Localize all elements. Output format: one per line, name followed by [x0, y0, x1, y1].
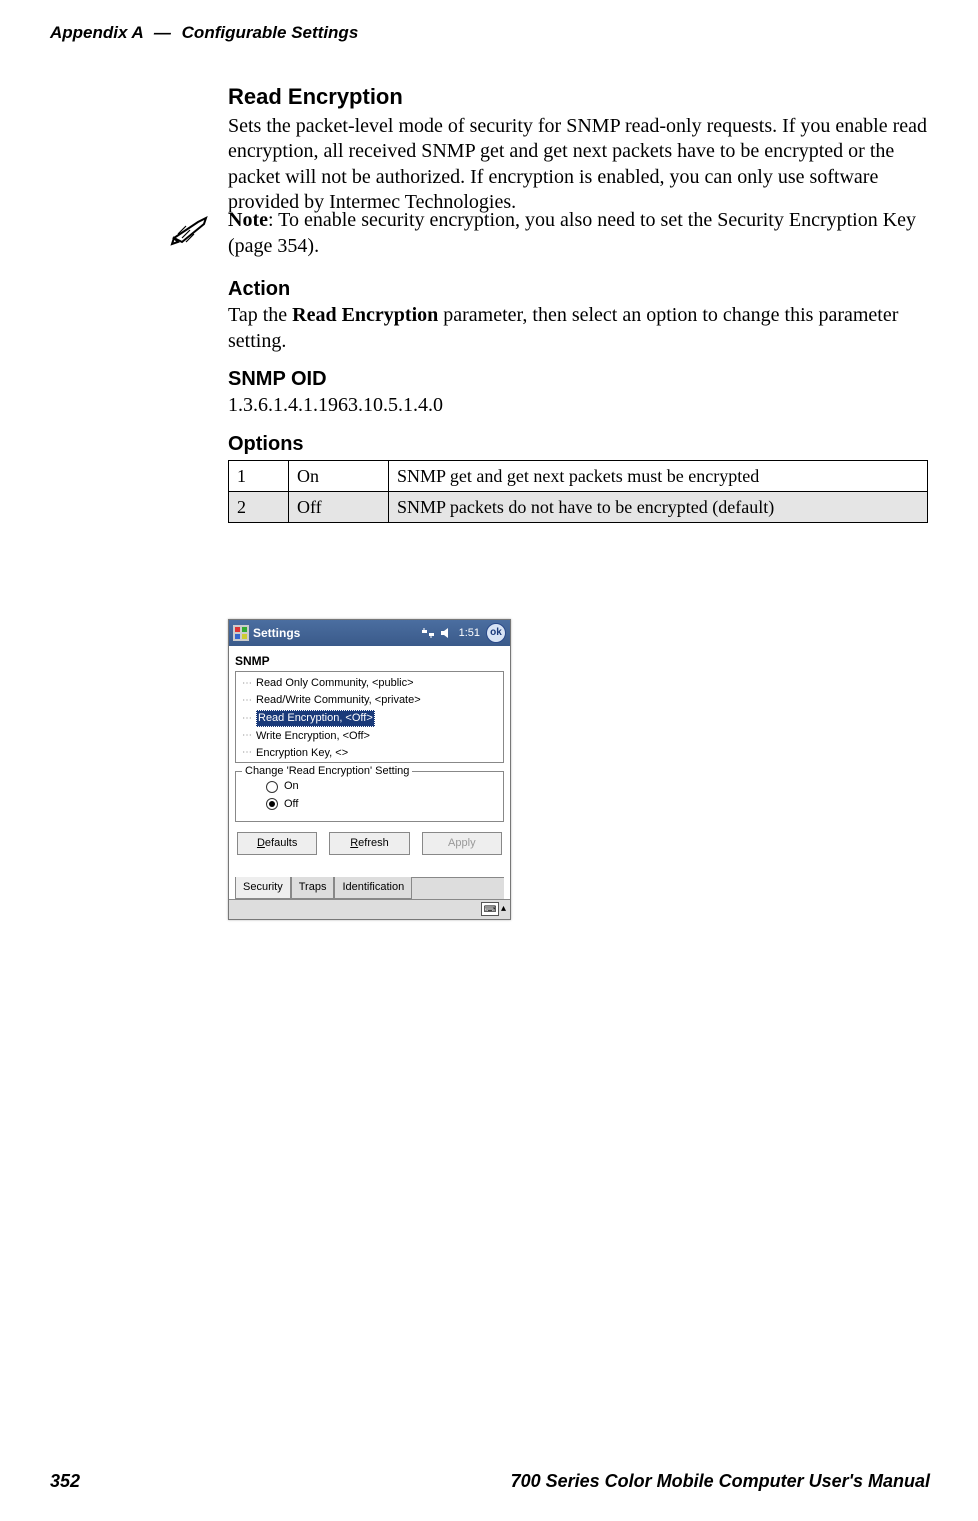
section-title: Read Encryption: [228, 82, 928, 112]
device-clock: 1:51: [459, 626, 480, 641]
device-screenshot: Settings 1:51 ok SNMP ⋯Read Only Communi…: [228, 619, 511, 920]
action-text: Tap the Read Encryption parameter, then …: [228, 303, 928, 354]
page-footer: 352 700 Series Color Mobile Computer Use…: [50, 1469, 930, 1493]
fieldset-legend: Change 'Read Encryption' Setting: [242, 764, 412, 779]
device-title: Settings: [253, 625, 417, 641]
options-table: 1 On SNMP get and get next packets must …: [228, 460, 928, 524]
device-titlebar: Settings 1:51 ok: [229, 620, 510, 646]
options-block: Options 1 On SNMP get and get next packe…: [228, 431, 928, 524]
defaults-button[interactable]: Defaults: [237, 832, 317, 855]
tree-item-write-encryption[interactable]: ⋯Write Encryption, <Off>: [240, 728, 499, 745]
tree-item-encryption-key[interactable]: ⋯Encryption Key, <>: [240, 745, 499, 762]
table-row: 2 Off SNMP packets do not have to be enc…: [229, 492, 928, 523]
header-section: Configurable Settings: [182, 23, 359, 42]
connection-icon[interactable]: [421, 627, 435, 639]
manual-title: 700 Series Color Mobile Computer User's …: [511, 1469, 930, 1493]
radio-off-indicator[interactable]: [266, 798, 278, 810]
oid-block: SNMP OID 1.3.6.1.4.1.1963.10.5.1.4.0: [228, 366, 928, 419]
section-intro: Sets the packet-level mode of security f…: [228, 114, 928, 216]
table-row: 1 On SNMP get and get next packets must …: [229, 460, 928, 491]
snmp-tree[interactable]: ⋯Read Only Community, <public> ⋯Read/Wri…: [235, 671, 504, 763]
oid-value: 1.3.6.1.4.1.1963.10.5.1.4.0: [228, 393, 928, 419]
action-block: Action Tap the Read Encryption parameter…: [228, 276, 928, 354]
header-dash: —: [154, 23, 171, 42]
radio-on[interactable]: On: [266, 779, 497, 794]
tab-traps[interactable]: Traps: [291, 877, 335, 899]
page-header: Appendix A — Configurable Settings: [50, 22, 358, 45]
action-param: Read Encryption: [292, 304, 438, 326]
device-bottombar: ⌨ ▴: [229, 899, 510, 919]
device-tabs: Security Traps Identification: [235, 877, 504, 899]
keyboard-icon[interactable]: ⌨: [481, 902, 499, 916]
tab-identification[interactable]: Identification: [334, 877, 412, 899]
device-caption: SNMP: [235, 653, 504, 669]
ok-button[interactable]: ok: [486, 623, 506, 643]
options-title: Options: [228, 431, 928, 458]
page-number: 352: [50, 1469, 80, 1493]
note-icon: [168, 212, 212, 248]
tree-item-read-write-community[interactable]: ⋯Read/Write Community, <private>: [240, 692, 499, 709]
tree-item-read-encryption[interactable]: ⋯Read Encryption, <Off>: [240, 709, 499, 728]
speaker-icon[interactable]: [439, 627, 453, 639]
start-flag-icon[interactable]: [233, 625, 249, 641]
action-title: Action: [228, 276, 928, 303]
apply-button: Apply: [422, 832, 502, 855]
refresh-button[interactable]: Refresh: [329, 832, 409, 855]
radio-off[interactable]: Off: [266, 797, 497, 812]
oid-title: SNMP OID: [228, 366, 928, 393]
note-block: Note: To enable security encryption, you…: [168, 208, 928, 259]
sip-arrow-icon[interactable]: ▴: [501, 902, 506, 916]
change-setting-group: Change 'Read Encryption' Setting On Off: [235, 771, 504, 822]
note-text: Note: To enable security encryption, you…: [228, 208, 928, 259]
radio-on-indicator[interactable]: [266, 781, 278, 793]
appendix-label: Appendix A: [50, 23, 143, 42]
tree-item-read-only-community[interactable]: ⋯Read Only Community, <public>: [240, 675, 499, 692]
tab-security[interactable]: Security: [235, 877, 291, 899]
